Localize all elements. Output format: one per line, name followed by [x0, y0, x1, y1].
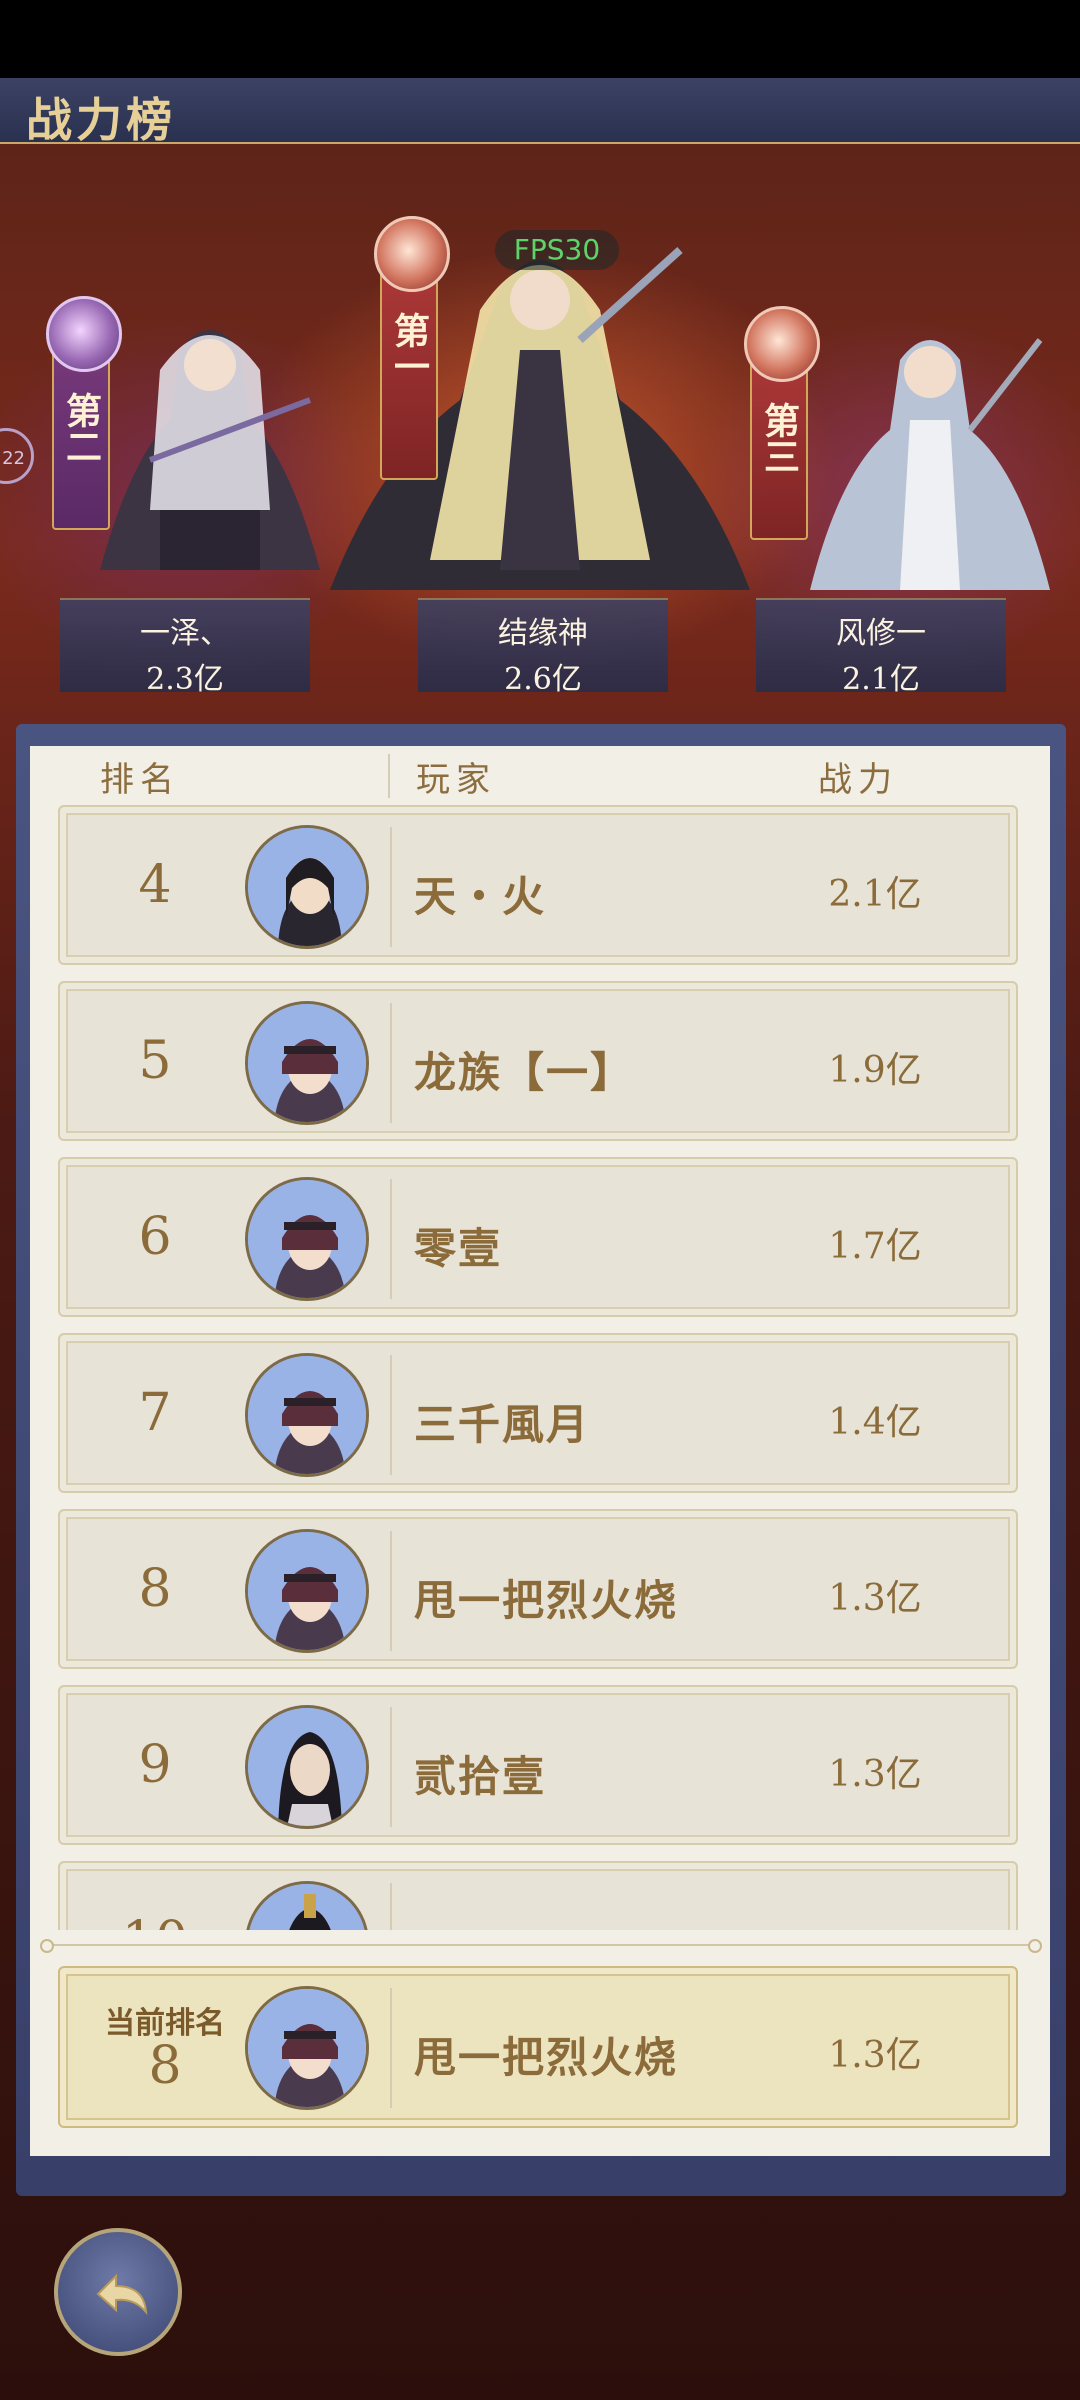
avatar[interactable]: [245, 1881, 369, 1930]
place-label: 第三: [758, 402, 800, 474]
avatar[interactable]: [245, 1177, 369, 1301]
row-player-name: 贰拾壹: [414, 1752, 547, 1801]
back-arrow-icon: [96, 2273, 148, 2315]
row-player-name: 龙族【一】: [414, 1048, 635, 1097]
row-player-name: 三千風月: [414, 1400, 591, 1449]
status-bar: [0, 0, 1080, 78]
row-rank: 7: [138, 1383, 172, 1443]
avatar[interactable]: [245, 1353, 369, 1477]
avatar[interactable]: [245, 1986, 369, 2110]
place-label: 第一: [388, 312, 430, 384]
podium-name: 结缘神: [498, 616, 588, 651]
plaque-first: 结缘神 2.6亿: [418, 598, 668, 697]
row-divider: [390, 1179, 392, 1299]
row-power: 2.1亿: [828, 874, 922, 915]
header-divider: [388, 754, 390, 798]
podium-power: 2.1亿: [842, 662, 920, 697]
row-rank: 8: [138, 1559, 172, 1619]
podium-name: 风修一: [836, 616, 926, 651]
row-player-name: 甩一把烈火烧: [414, 1576, 679, 1625]
row-power: 1.3亿: [828, 1754, 922, 1795]
title-bar: 战力榜: [0, 78, 1080, 147]
ranking-row[interactable]: 7 三千風月 1.4亿: [58, 1333, 1018, 1493]
row-divider: [390, 1531, 392, 1651]
avatar[interactable]: [245, 825, 369, 949]
list-footer-divider: [40, 1939, 1042, 1953]
current-power: 1.3亿: [828, 2035, 922, 2076]
row-divider: [390, 1707, 392, 1827]
ranking-row[interactable]: 8 甩一把烈火烧 1.3亿: [58, 1509, 1018, 1669]
fps-counter: FPS30: [495, 230, 619, 270]
back-button[interactable]: [54, 2228, 182, 2356]
crest-icon: [374, 216, 450, 292]
place-banner-third: 第三: [744, 306, 820, 540]
row-power: 1.9亿: [828, 1050, 922, 1091]
ranking-row[interactable]: 4 天・火 2.1亿: [58, 805, 1018, 965]
ranking-row[interactable]: 9 贰拾壹 1.3亿: [58, 1685, 1018, 1845]
current-rank-value: 8: [148, 2036, 182, 2096]
row-divider: [390, 1883, 392, 1930]
place-banner-second: 第二: [46, 296, 122, 530]
row-rank: 9: [138, 1735, 172, 1795]
ranking-row[interactable]: 10: [58, 1861, 1018, 1930]
row-rank: 6: [138, 1207, 172, 1267]
row-rank: 4: [138, 855, 172, 915]
crest-icon: [744, 306, 820, 382]
row-divider: [390, 1355, 392, 1475]
podium-power: 2.3亿: [146, 662, 224, 697]
place-label: 第二: [60, 392, 102, 464]
ranking-row[interactable]: 5 龙族【一】 1.9亿: [58, 981, 1018, 1141]
row-power: 1.4亿: [828, 1402, 922, 1443]
header-power: 战力: [818, 760, 898, 800]
avatar[interactable]: [245, 1705, 369, 1829]
current-rank-row[interactable]: 当前排名 8 甩一把烈火烧 1.3亿: [58, 1966, 1018, 2128]
row-divider: [390, 1003, 392, 1123]
avatar[interactable]: [245, 1529, 369, 1653]
row-player-name: 天・火: [414, 872, 547, 921]
row-divider: [390, 1988, 392, 2108]
row-rank: 5: [138, 1031, 172, 1091]
current-player-name: 甩一把烈火烧: [414, 2033, 679, 2082]
avatar[interactable]: [245, 1001, 369, 1125]
row-power: 1.3亿: [828, 1578, 922, 1619]
row-power: 1.7亿: [828, 1226, 922, 1267]
character-figure-second: [100, 330, 320, 570]
crest-icon: [46, 296, 122, 372]
ranking-list[interactable]: 4 天・火 2.1亿 5 龙族【一】 1.9亿 6 零壹 1.7亿 7 三千風月…: [40, 800, 1040, 1930]
row-rank: 10: [100, 1911, 210, 1930]
row-divider: [390, 827, 392, 947]
row-player-name: 零壹: [414, 1224, 503, 1273]
place-banner-first: 第一: [374, 216, 450, 480]
page-title: 战力榜: [26, 93, 176, 147]
plaque-third: 风修一 2.1亿: [756, 598, 1006, 697]
plaque-second: 一泽、 2.3亿: [60, 598, 310, 697]
character-figure-third: [810, 338, 1050, 590]
ranking-row[interactable]: 6 零壹 1.7亿: [58, 1157, 1018, 1317]
podium-power: 2.6亿: [504, 662, 582, 697]
header-rank: 排名: [100, 760, 180, 800]
podium-name: 一泽、: [140, 616, 230, 651]
header-player: 玩家: [416, 760, 496, 800]
